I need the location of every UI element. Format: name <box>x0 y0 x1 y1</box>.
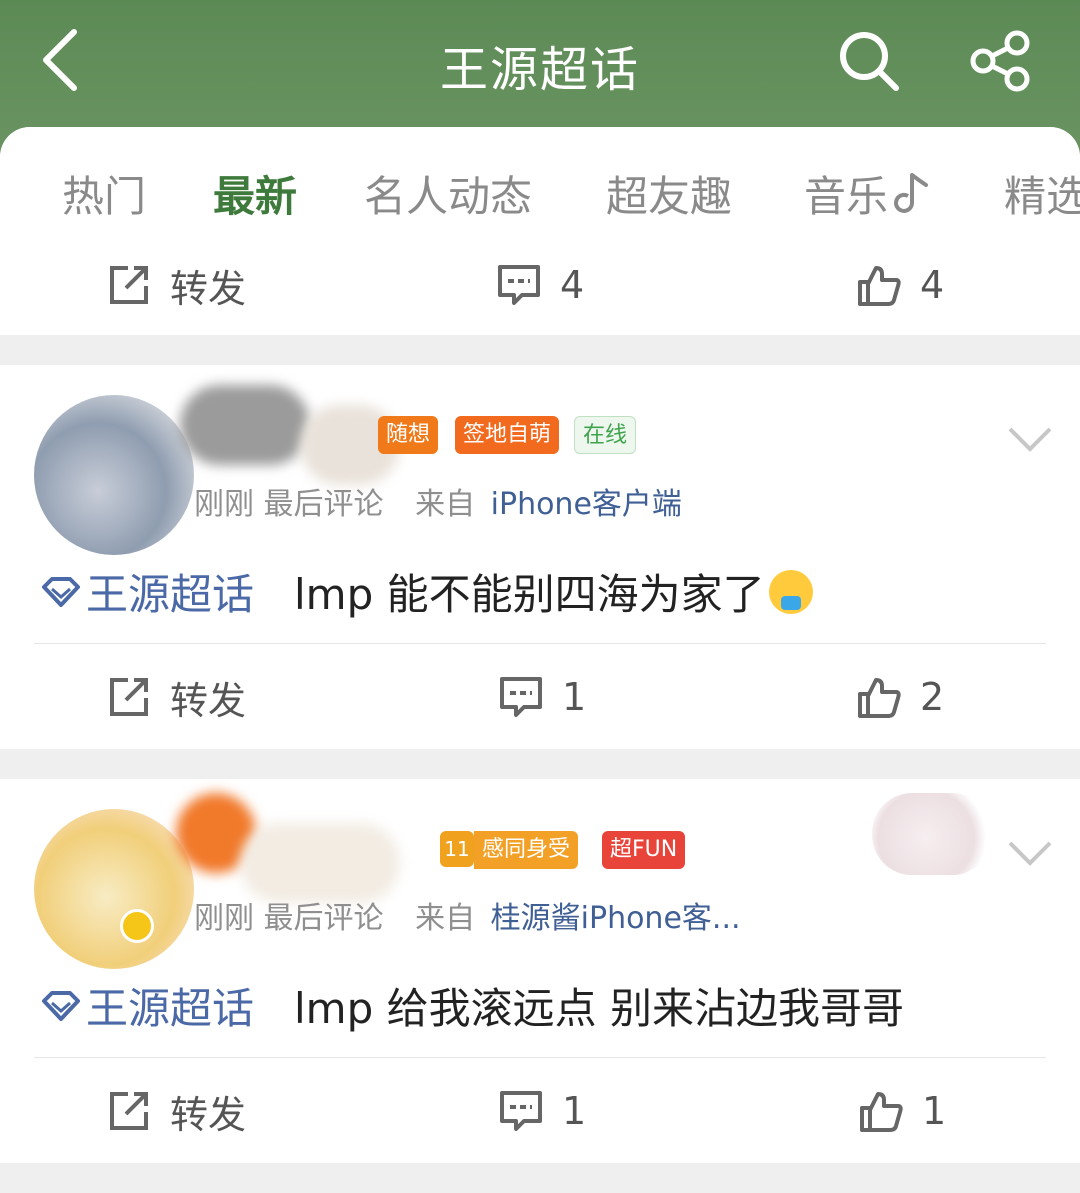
diamond-icon <box>42 990 80 1021</box>
tab-music-label: 音乐 <box>804 172 889 221</box>
comment-count: 1 <box>562 1089 587 1133</box>
post-from-label: 来自 <box>415 901 476 936</box>
username-blurred-trail <box>240 823 400 903</box>
post-text: lmp 给我滚远点 别来沾边我哥哥 <box>294 984 904 1033</box>
repost-label: 转发 <box>170 1092 247 1137</box>
repost-button[interactable]: 转发 <box>106 1061 246 1161</box>
topic-link[interactable]: 王源超话 <box>40 561 254 622</box>
feed-gap <box>0 749 1080 779</box>
fan-level-badge: 11 <box>440 831 474 867</box>
like-count: 4 <box>920 263 945 307</box>
divider <box>34 643 1046 644</box>
badge-checkin: 签地自萌 <box>455 416 560 454</box>
comment-button[interactable]: 1 <box>498 1061 586 1161</box>
comment-icon <box>500 1091 542 1131</box>
tab-featured[interactable]: 精选 <box>1004 163 1080 224</box>
like-button[interactable]: 4 <box>856 235 944 335</box>
repost-label: 转发 <box>170 266 247 311</box>
like-button[interactable]: 1 <box>858 1061 946 1161</box>
post-card[interactable]: 随想 签地自萌 在线 刚刚 最后评论 来自 iPhone客户端 王源超话 lmp… <box>0 365 1080 749</box>
chevron-down-icon[interactable] <box>1006 421 1054 457</box>
comment-button[interactable]: 1 <box>498 647 586 747</box>
repost-icon <box>110 678 148 716</box>
post-meta: 刚刚 最后评论 来自 iPhone客户端 <box>194 479 682 523</box>
comment-button[interactable]: 4 <box>496 235 584 335</box>
tab-latest[interactable]: 最新 <box>213 163 297 224</box>
avatar[interactable] <box>34 395 194 555</box>
share-icon <box>970 30 1030 92</box>
tab-bar: 热门 最新 名人动态 超友趣 音乐 精选 <box>0 127 1080 245</box>
diamond-icon <box>42 576 80 607</box>
post-content: 王源超话 lmp 给我滚远点 别来沾边我哥哥 <box>40 975 904 1036</box>
thumbs-up-icon <box>858 266 901 306</box>
username-blurred <box>180 385 310 465</box>
post-card[interactable]: 11 感同身受 超FUN 刚刚 最后评论 来自 桂源酱iPhone客... 王源… <box>0 779 1080 1163</box>
divider <box>34 1057 1046 1058</box>
music-note-icon <box>894 172 929 213</box>
badge-online: 在线 <box>574 416 637 454</box>
post-content: 王源超话 lmp 能不能别四海为家了 <box>40 561 813 622</box>
fan-level-number: 11 <box>444 837 470 861</box>
page-title: 王源超话 <box>439 42 640 98</box>
search-icon <box>840 32 899 91</box>
badge-thought: 随想 <box>378 416 439 454</box>
post-time: 刚刚 最后评论 <box>194 901 384 936</box>
like-button[interactable]: 2 <box>856 647 944 747</box>
badge-super-fun: 超FUN <box>602 831 686 869</box>
avatar[interactable] <box>34 809 194 969</box>
post-meta: 刚刚 最后评论 来自 桂源酱iPhone客... <box>194 893 741 937</box>
repost-button[interactable]: 转发 <box>106 647 246 747</box>
chevron-down-icon[interactable] <box>1006 835 1054 871</box>
like-count: 1 <box>922 1089 947 1133</box>
post-text: lmp 能不能别四海为家了 <box>294 570 765 619</box>
post-from-label: 来自 <box>415 487 476 522</box>
comment-count: 4 <box>560 263 585 307</box>
verified-badge-icon <box>120 909 154 943</box>
post-time: 刚刚 最后评论 <box>194 487 384 522</box>
repost-label: 转发 <box>170 678 247 723</box>
topic-link[interactable]: 王源超话 <box>40 975 254 1036</box>
thumbs-up-icon <box>858 678 901 718</box>
tab-hot[interactable]: 热门 <box>62 163 146 224</box>
post-actions: 转发 1 1 <box>0 1061 1080 1161</box>
feed-gap <box>0 335 1080 365</box>
content-sheet: 热门 最新 名人动态 超友趣 音乐 精选 转发 4 4 随想 签地自萌 在线 刚… <box>0 127 1080 1193</box>
repost-button[interactable]: 转发 <box>106 235 246 335</box>
topic-label: 王源超话 <box>86 984 255 1033</box>
tab-music[interactable]: 音乐 <box>804 163 930 224</box>
post-source[interactable]: 桂源酱iPhone客... <box>491 901 741 936</box>
post-actions: 转发 4 4 <box>0 235 1080 335</box>
share-button[interactable] <box>966 26 1036 96</box>
repost-icon <box>110 1092 148 1130</box>
tab-fun[interactable]: 超友趣 <box>606 163 732 224</box>
thumbs-up-icon <box>860 1092 903 1132</box>
tab-celebrity[interactable]: 名人动态 <box>364 163 532 224</box>
badge-empathy: 感同身受 <box>474 831 579 869</box>
comment-icon <box>500 677 542 717</box>
like-count: 2 <box>920 675 945 719</box>
search-button[interactable] <box>836 28 902 94</box>
bunny-decoration <box>872 793 992 875</box>
comment-icon <box>498 265 540 305</box>
comment-count: 1 <box>562 675 587 719</box>
post-source[interactable]: iPhone客户端 <box>491 487 682 522</box>
crying-emoji-icon <box>768 569 813 614</box>
topic-label: 王源超话 <box>86 570 255 619</box>
repost-icon <box>110 266 148 304</box>
post-actions: 转发 1 2 <box>0 647 1080 747</box>
